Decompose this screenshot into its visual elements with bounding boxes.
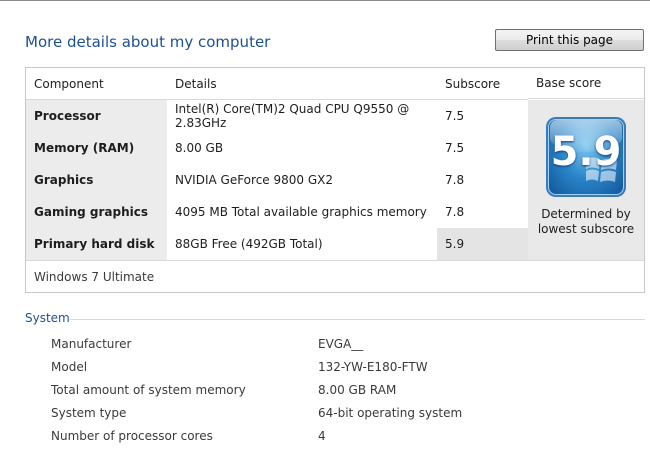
system-row-model: Model 132-YW-E180-FTW [0, 360, 650, 383]
system-label: System type [51, 406, 127, 420]
score-row-memory: Memory (RAM) 8.00 GB 7.5 [26, 132, 528, 164]
lowest-subscore: 5.9 [437, 228, 528, 260]
component-details: 8.00 GB [167, 132, 437, 164]
component-subscore: 7.8 [437, 196, 528, 228]
component-name: Gaming graphics [26, 196, 167, 228]
score-row-primary-hard-disk: Primary hard disk 88GB Free (492GB Total… [26, 228, 528, 260]
column-header-base-score: Base score [528, 68, 644, 99]
system-value: EVGA__ [318, 337, 364, 351]
component-details: 4095 MB Total available graphics memory [167, 196, 437, 228]
system-row-processor-cores: Number of processor cores 4 [0, 429, 650, 452]
component-subscore: 7.5 [437, 99, 528, 132]
component-details: Intel(R) Core(TM)2 Quad CPU Q9550 @ 2.83… [167, 99, 437, 132]
print-page-button[interactable]: Print this page [495, 29, 644, 51]
system-label: Number of processor cores [51, 429, 213, 443]
system-row-memory: Total amount of system memory 8.00 GB RA… [0, 383, 650, 406]
component-subscore: 7.5 [437, 132, 528, 164]
page-title: More details about my computer [25, 33, 271, 51]
system-value: 8.00 GB RAM [318, 383, 397, 397]
base-score-caption: Determined by lowest subscore [537, 207, 635, 236]
component-details: 88GB Free (492GB Total) [167, 228, 437, 260]
component-name: Processor [26, 99, 167, 132]
system-label: Manufacturer [51, 337, 132, 351]
system-label: Model [51, 360, 88, 374]
column-header-details: Details [167, 68, 437, 100]
score-row-graphics: Graphics NVIDIA GeForce 9800 GX2 7.8 [26, 164, 528, 196]
score-panel: Component Details Subscore Processor Int… [25, 67, 645, 293]
system-value: 64-bit operating system [318, 406, 463, 420]
system-label: Total amount of system memory [51, 383, 246, 397]
system-value: 4 [318, 429, 326, 443]
system-row-manufacturer: Manufacturer EVGA__ [0, 337, 650, 360]
system-section-divider [70, 319, 645, 320]
component-name: Primary hard disk [26, 228, 167, 260]
system-row-system-type: System type 64-bit operating system [0, 406, 650, 429]
component-subscore: 7.8 [437, 164, 528, 196]
score-table-header: Component Details Subscore [26, 68, 528, 100]
score-row-gaming-graphics: Gaming graphics 4095 MB Total available … [26, 196, 528, 228]
column-header-component: Component [26, 68, 167, 100]
component-name: Graphics [26, 164, 167, 196]
windows-edition: Windows 7 Ultimate [26, 260, 644, 292]
system-section-title: System [25, 311, 70, 325]
component-details: NVIDIA GeForce 9800 GX2 [167, 164, 437, 196]
component-name: Memory (RAM) [26, 132, 167, 164]
base-score-cell: 5.9 Determined by lowest subscore [528, 100, 644, 260]
score-row-processor: Processor Intel(R) Core(TM)2 Quad CPU Q9… [26, 99, 528, 132]
window-top-border [0, 0, 650, 1]
column-header-subscore: Subscore [437, 68, 528, 100]
base-score-value: 5.9 [550, 129, 622, 175]
score-table: Component Details Subscore Processor Int… [26, 68, 528, 260]
system-value: 132-YW-E180-FTW [318, 360, 428, 374]
base-score-badge: 5.9 [546, 117, 626, 197]
